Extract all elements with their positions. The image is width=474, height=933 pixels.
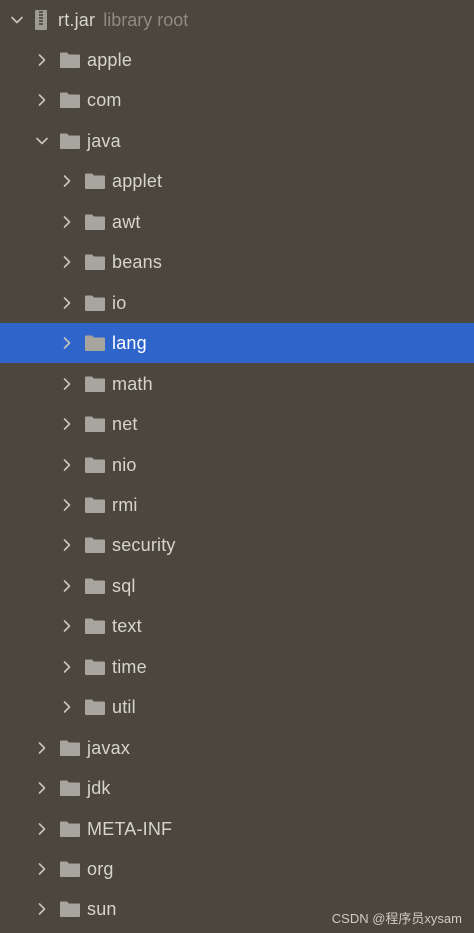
tree-node-java[interactable]: java [0, 121, 474, 161]
tree-node-label: text [112, 615, 142, 636]
folder-icon [59, 739, 81, 757]
chevron-right-icon[interactable] [60, 619, 74, 633]
folder-icon [84, 577, 106, 595]
chevron-right-icon[interactable] [35, 93, 49, 107]
tree-node-org[interactable]: org [0, 849, 474, 889]
chevron-right-icon[interactable] [60, 336, 74, 350]
folder-icon [59, 820, 81, 838]
tree-node-net[interactable]: net [0, 404, 474, 444]
tree-node-math[interactable]: math [0, 364, 474, 404]
tree-node-label: META-INF [87, 818, 173, 839]
chevron-down-icon[interactable] [35, 134, 49, 148]
tree-node-io[interactable]: io [0, 283, 474, 323]
folder-icon [84, 415, 106, 433]
folder-icon [84, 536, 106, 554]
tree-node-text[interactable]: text [0, 606, 474, 646]
folder-icon [59, 779, 81, 797]
tree-node-label: sun [87, 898, 117, 919]
folder-icon [59, 91, 81, 109]
root-sublabel: library root [103, 9, 189, 30]
chevron-right-icon[interactable] [35, 781, 49, 795]
folder-icon [84, 334, 106, 352]
chevron-right-icon[interactable] [35, 53, 49, 67]
tree-node-javax[interactable]: javax [0, 728, 474, 768]
folder-icon [84, 658, 106, 676]
chevron-right-icon[interactable] [35, 741, 49, 755]
chevron-right-icon[interactable] [60, 255, 74, 269]
tree-node-label: com [87, 89, 122, 110]
folder-icon [59, 51, 81, 69]
folder-icon [84, 172, 106, 190]
chevron-right-icon[interactable] [60, 498, 74, 512]
tree-node-label: lang [112, 332, 147, 353]
tree-node-label: applet [112, 170, 163, 191]
chevron-right-icon[interactable] [60, 660, 74, 674]
tree-node-label: sql [112, 575, 136, 596]
tree-node-label: awt [112, 211, 141, 232]
watermark: CSDN @程序员xysam [331, 911, 462, 926]
tree-node-com[interactable]: com [0, 80, 474, 120]
tree-node-label: org [87, 858, 114, 879]
chevron-right-icon[interactable] [35, 822, 49, 836]
tree-node-label: math [112, 373, 153, 394]
chevron-right-icon[interactable] [60, 700, 74, 714]
tree-node-security[interactable]: security [0, 525, 474, 565]
tree-node-beans[interactable]: beans [0, 242, 474, 282]
tree-node-label: jdk [87, 777, 111, 798]
folder-icon [84, 375, 106, 393]
folder-icon [84, 496, 106, 514]
tree-node-label: nio [112, 454, 137, 475]
chevron-right-icon[interactable] [60, 538, 74, 552]
chevron-right-icon[interactable] [35, 862, 49, 876]
tree-node-util[interactable]: util [0, 687, 474, 727]
chevron-right-icon[interactable] [60, 296, 74, 310]
tree-node-label: rmi [112, 494, 138, 515]
tree-node-label: io [112, 292, 127, 313]
tree-node-label: util [112, 696, 136, 717]
folder-icon [84, 698, 106, 716]
tree-node-applet[interactable]: applet [0, 161, 474, 201]
folder-icon [59, 900, 81, 918]
tree-node-label: apple [87, 49, 133, 70]
chevron-down-icon[interactable] [10, 13, 24, 27]
tree-node-label: java [87, 130, 121, 151]
tree-node-rmi[interactable]: rmi [0, 485, 474, 525]
tree-node-label: javax [87, 737, 131, 758]
tree-node-label: net [112, 413, 138, 434]
folder-icon [84, 456, 106, 474]
chevron-right-icon[interactable] [35, 902, 49, 916]
chevron-right-icon[interactable] [60, 458, 74, 472]
root-label: rt.jar [58, 9, 96, 30]
chevron-right-icon[interactable] [60, 579, 74, 593]
folder-icon [84, 213, 106, 231]
tree-root-rt-jar[interactable]: rt.jar library root [0, 0, 474, 40]
tree-node-lang[interactable]: lang [0, 323, 474, 363]
tree-node-label: beans [112, 251, 163, 272]
folder-icon [84, 294, 106, 312]
tree-node-time[interactable]: time [0, 647, 474, 687]
folder-icon [59, 132, 81, 150]
tree-node-awt[interactable]: awt [0, 202, 474, 242]
folder-icon [84, 253, 106, 271]
tree-node-nio[interactable]: nio [0, 445, 474, 485]
chevron-right-icon[interactable] [60, 174, 74, 188]
tree-node-apple[interactable]: apple [0, 40, 474, 80]
folder-icon [59, 860, 81, 878]
project-tree: rt.jar library root apple com java applet aw… [0, 0, 474, 933]
tree-node-jdk[interactable]: jdk [0, 768, 474, 808]
chevron-right-icon[interactable] [60, 417, 74, 431]
tree-node-label: time [112, 656, 147, 677]
tree-node-sql[interactable]: sql [0, 566, 474, 606]
chevron-right-icon[interactable] [60, 215, 74, 229]
tree-node-label: security [112, 534, 176, 555]
folder-icon [84, 617, 106, 635]
chevron-right-icon[interactable] [60, 377, 74, 391]
jar-archive-icon [34, 9, 48, 31]
tree-node-meta-inf[interactable]: META-INF [0, 809, 474, 849]
